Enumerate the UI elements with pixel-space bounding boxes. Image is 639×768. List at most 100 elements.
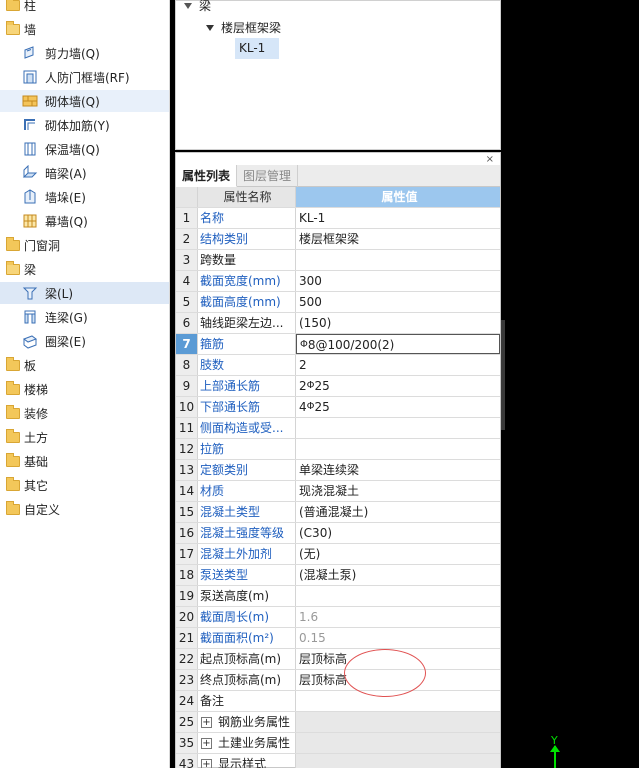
expand-plus-icon[interactable]: + (201, 716, 212, 728)
tree-item-curtain-wall[interactable]: 幕墙(Q) (0, 210, 169, 232)
row-index: 23 (176, 670, 198, 690)
tree-item-wall-pier[interactable]: 墙垛(E) (0, 186, 169, 208)
property-row[interactable]: 17 混凝土外加剂 (无) (176, 544, 500, 565)
tree-category[interactable]: 门窗洞 (0, 234, 169, 256)
tree-category[interactable]: 其它 (0, 474, 169, 496)
tree-category[interactable]: 基础 (0, 450, 169, 472)
property-value[interactable] (296, 439, 500, 459)
property-value[interactable] (296, 418, 500, 438)
property-row[interactable]: 5 截面高度(mm) 500 (176, 292, 500, 313)
property-row[interactable]: 4 截面宽度(mm) 300 (176, 271, 500, 292)
property-row[interactable]: 16 混凝土强度等级 (C30) (176, 523, 500, 544)
property-row[interactable]: 24 备注 (176, 691, 500, 712)
tree-item-door-frame-wall[interactable]: 人防门框墙(RF) (0, 66, 169, 88)
property-value[interactable]: 2 (296, 355, 500, 375)
folder-open-icon (6, 260, 20, 275)
property-row[interactable]: 11 侧面构造或受... (176, 418, 500, 439)
tab-layer-management[interactable]: 图层管理 (237, 165, 299, 187)
property-row[interactable]: 1 名称 KL-1 (176, 208, 500, 229)
property-value[interactable]: (混凝土泵) (296, 565, 500, 585)
tree-node-beam[interactable]: 梁 (184, 0, 211, 14)
property-row[interactable]: 13 定额类别 单梁连续梁 (176, 460, 500, 481)
property-row[interactable]: 23 终点顶标高(m) 层顶标高 (176, 670, 500, 691)
tree-item-label: 墙垛(E) (45, 190, 86, 205)
tree-item-label: 板 (24, 358, 37, 373)
property-row[interactable]: 10 下部通长筋 4Φ25 (176, 397, 500, 418)
property-group-row[interactable]: 25 + 钢筋业务属性 (176, 712, 500, 733)
property-name: 泵送类型 (198, 565, 296, 585)
expand-plus-icon[interactable]: + (201, 737, 212, 749)
property-value[interactable] (296, 586, 500, 606)
tree-item-hidden-beam[interactable]: 暗梁(A) (0, 162, 169, 184)
folder-icon (6, 476, 20, 491)
property-row[interactable]: 2 结构类别 楼层框架梁 (176, 229, 500, 250)
property-row[interactable]: 8 肢数 2 (176, 355, 500, 376)
property-value[interactable]: 500 (296, 292, 500, 312)
property-value[interactable] (296, 250, 500, 270)
tree-node-kl-1[interactable]: KL-1 (235, 38, 280, 59)
tree-category[interactable]: 柱 (0, 0, 169, 16)
property-row[interactable]: 19 泵送高度(m) (176, 586, 500, 607)
tree-item-label: 幕墙(Q) (45, 214, 88, 229)
property-row[interactable]: 3 跨数量 (176, 250, 500, 271)
property-value[interactable]: 2Φ25 (296, 376, 500, 396)
tree-item-insulation-wall[interactable]: 保温墙(Q) (0, 138, 169, 160)
panel-splitter[interactable] (501, 320, 505, 430)
tree-item-label: 剪力墙(Q) (45, 46, 100, 61)
property-value[interactable]: (普通混凝土) (296, 502, 500, 522)
property-value[interactable]: (C30) (296, 523, 500, 543)
property-value[interactable]: 现浇混凝土 (296, 481, 500, 501)
tree-category[interactable]: 自定义 (0, 498, 169, 520)
tree-category[interactable]: 板 (0, 354, 169, 376)
property-row[interactable]: 6 轴线距梁左边... (150) (176, 313, 500, 334)
wall-pier-icon (22, 189, 38, 205)
tree-item-masonry-rebar[interactable]: 砌体加筋(Y) (0, 114, 169, 136)
property-group-row[interactable]: 35 + 土建业务属性 (176, 733, 500, 754)
tab-property-list[interactable]: 属性列表 (176, 165, 238, 187)
red-annotation-ellipse (344, 649, 426, 697)
property-row[interactable]: 9 上部通长筋 2Φ25 (176, 376, 500, 397)
property-row[interactable]: 12 拉筋 (176, 439, 500, 460)
folder-icon (6, 356, 20, 371)
tree-category[interactable]: 装修 (0, 402, 169, 424)
property-name: + 土建业务属性 (198, 733, 296, 753)
property-name: 混凝土外加剂 (198, 544, 296, 564)
property-value[interactable]: KL-1 (296, 208, 500, 228)
property-row[interactable]: 14 材质 现浇混凝土 (176, 481, 500, 502)
expand-triangle-icon[interactable] (184, 2, 192, 9)
property-value[interactable]: 单梁连续梁 (296, 460, 500, 480)
property-value[interactable]: 300 (296, 271, 500, 291)
tree-node-floor-frame-beam[interactable]: 楼层框架梁 (206, 19, 281, 36)
close-icon[interactable]: × (486, 154, 494, 165)
property-value[interactable]: (150) (296, 313, 500, 333)
property-row[interactable]: 15 混凝土类型 (普通混凝土) (176, 502, 500, 523)
tree-category[interactable]: 土方 (0, 426, 169, 448)
tree-item-label: 楼梯 (24, 382, 49, 397)
expand-plus-icon[interactable]: + (201, 758, 212, 768)
tree-category[interactable]: 楼梯 (0, 378, 169, 400)
rebar-grade-icon: Φ (306, 380, 315, 391)
property-value[interactable]: (无) (296, 544, 500, 564)
expand-triangle-icon[interactable] (206, 24, 214, 31)
property-row[interactable]: 21 截面面积(m²) 0.15 (176, 628, 500, 649)
tree-category[interactable]: 梁 (0, 258, 169, 280)
tree-item-beam[interactable]: 梁(L) (0, 282, 169, 304)
property-row[interactable]: 22 起点顶标高(m) 层顶标高 (176, 649, 500, 670)
property-group-row[interactable]: 43 + 显示样式 (176, 754, 500, 768)
tree-item-label: 人防门框墙(RF) (45, 70, 130, 85)
property-value[interactable]: Φ8@100/200(2) (296, 334, 500, 354)
tree-item-masonry-wall[interactable]: 砌体墙(Q) (0, 90, 169, 112)
tree-item-coupling-beam[interactable]: 连梁(G) (0, 306, 169, 328)
tree-item-shear-wall[interactable]: 剪力墙(Q) (0, 42, 169, 64)
rebar-grade-icon: Φ (306, 401, 315, 412)
property-row[interactable]: 18 泵送类型 (混凝土泵) (176, 565, 500, 586)
property-name: 拉筋 (198, 439, 296, 459)
property-value[interactable]: 楼层框架梁 (296, 229, 500, 249)
property-name: 材质 (198, 481, 296, 501)
property-row[interactable]: 7 箍筋 Φ8@100/200(2) (176, 334, 500, 355)
property-name: 侧面构造或受... (198, 418, 296, 438)
tree-category[interactable]: 墙 (0, 18, 169, 40)
tree-item-ring-beam[interactable]: 圈梁(E) (0, 330, 169, 352)
property-value[interactable]: 4Φ25 (296, 397, 500, 417)
property-row[interactable]: 20 截面周长(m) 1.6 (176, 607, 500, 628)
